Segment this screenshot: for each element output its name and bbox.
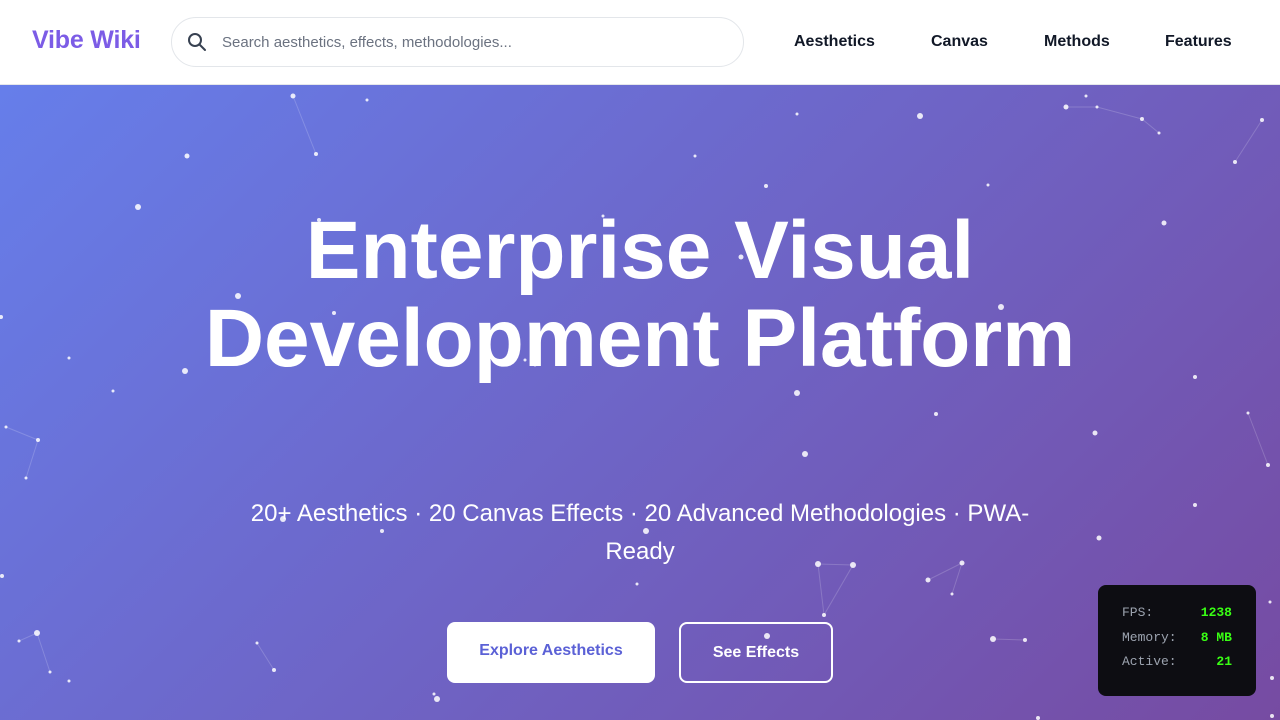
search-icon [188, 33, 206, 51]
active-value: 21 [1216, 654, 1232, 669]
nav-methods[interactable]: Methods [1044, 33, 1110, 51]
top-header: Vibe Wiki Aesthetics Canvas Methods Feat… [0, 0, 1280, 85]
see-effects-button[interactable]: See Effects [679, 622, 833, 683]
active-row: Active: 21 [1122, 654, 1232, 679]
hero-subtitle: 20+ Aesthetics · 20 Canvas Effects · 20 … [250, 500, 1030, 565]
nav-features[interactable]: Features [1165, 33, 1232, 51]
search-input[interactable] [220, 18, 724, 67]
fps-label: FPS: [1122, 605, 1154, 620]
hero-title: Enterprise Visual Development Platform [204, 205, 1076, 384]
memory-row: Memory: 8 MB [1122, 630, 1232, 655]
fps-value: 1238 [1200, 605, 1232, 620]
site-logo[interactable]: Vibe Wiki [32, 26, 141, 55]
nav-aesthetics[interactable]: Aesthetics [794, 33, 875, 51]
search-box[interactable] [171, 17, 744, 67]
memory-value: 8 MB [1200, 629, 1232, 645]
nav-canvas[interactable]: Canvas [931, 33, 988, 51]
fps-row: FPS: 1238 [1122, 605, 1232, 630]
hero-section: Enterprise Visual Development Platform 2… [0, 85, 1280, 720]
memory-label: Memory: [1122, 629, 1177, 645]
explore-aesthetics-button[interactable]: Explore Aesthetics [447, 622, 655, 683]
active-label: Active: [1122, 654, 1177, 669]
performance-monitor: FPS: 1238 Memory: 8 MB Active: 21 [1098, 585, 1256, 696]
